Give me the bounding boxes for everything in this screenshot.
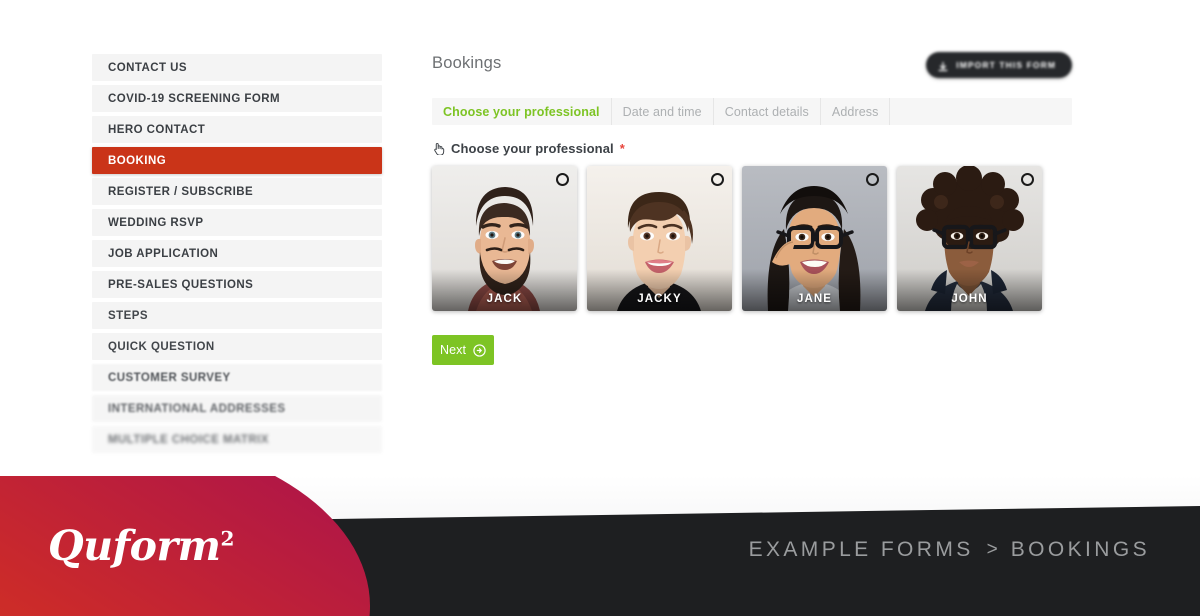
tab-label: Contact details [724, 104, 809, 119]
tab-label: Address [831, 104, 879, 119]
tab-bar-filler [890, 98, 1072, 125]
next-button-label: Next [439, 343, 467, 357]
sidebar-item-label: COVID-19 SCREENING FORM [108, 92, 281, 105]
professional-card-jack[interactable]: JACK [432, 166, 577, 311]
form-step-tabs: Choose your professional Date and time Con… [432, 98, 1072, 125]
professional-name: JANE [796, 293, 833, 305]
sidebar-item-steps[interactable]: STEPS [92, 302, 382, 329]
arrow-right-circle-icon [473, 343, 486, 357]
professional-name-strip: JANE [742, 269, 887, 311]
professional-name: JOHN [951, 293, 988, 305]
sidebar-item-job-application[interactable]: JOB APPLICATION [92, 240, 382, 267]
sidebar-item-customer-survey[interactable]: CUSTOMER SURVEY [92, 364, 382, 391]
sidebar-item-label: MULTIPLE CHOICE MATRIX [108, 433, 269, 446]
field-label-text: Choose your professional [451, 141, 614, 156]
next-button[interactable]: Next [432, 335, 494, 365]
main-header: Bookings IMPORT THIS FORM [432, 52, 1072, 88]
tab-address[interactable]: Address [821, 98, 891, 125]
sidebar-item-booking[interactable]: BOOKING [92, 147, 382, 174]
breadcrumb-separator-icon: > [986, 539, 998, 560]
sidebar-item-label: CONTACT US [108, 61, 188, 74]
tab-label: Choose your professional [443, 104, 600, 119]
radio-circle-icon[interactable] [1021, 173, 1034, 186]
sidebar-item-register-subscribe[interactable]: REGISTER / SUBSCRIBE [92, 178, 382, 205]
radio-circle-icon[interactable] [556, 173, 569, 186]
import-this-form-button[interactable]: IMPORT THIS FORM [926, 52, 1072, 78]
breadcrumb-item[interactable]: EXAMPLE FORMS [749, 538, 974, 562]
professional-name: JACK [486, 293, 523, 305]
sidebar-item-quick-question[interactable]: QUICK QUESTION [92, 333, 382, 360]
sidebar-item-international-addresses[interactable]: INTERNATIONAL ADDRESSES [92, 395, 382, 422]
sidebar-item-label: PRE-SALES QUESTIONS [108, 278, 254, 291]
sidebar-item-label: QUICK QUESTION [108, 340, 215, 353]
professional-name-strip: JACK [432, 269, 577, 311]
sidebar-item-covid-19-screening-form[interactable]: COVID-19 SCREENING FORM [92, 85, 382, 112]
professional-name-strip: JACKY [587, 269, 732, 311]
tab-choose-your-professional[interactable]: Choose your professional [432, 98, 612, 125]
forms-sidebar: CONTACT US COVID-19 SCREENING FORM HERO CO… [92, 54, 382, 457]
professional-card-john[interactable]: JOHN [897, 166, 1042, 311]
professional-card-list: JACK JACKY JANE JOHN [432, 166, 1072, 311]
professional-card-jacky[interactable]: JACKY [587, 166, 732, 311]
import-button-label: IMPORT THIS FORM [956, 60, 1056, 70]
professional-card-jane[interactable]: JANE [742, 166, 887, 311]
sidebar-item-label: INTERNATIONAL ADDRESSES [108, 402, 286, 415]
sidebar-item-contact-us[interactable]: CONTACT US [92, 54, 382, 81]
sidebar-item-label: REGISTER / SUBSCRIBE [108, 185, 254, 198]
page-root: CONTACT US COVID-19 SCREENING FORM HERO CO… [0, 0, 1200, 616]
sidebar-item-label: CUSTOMER SURVEY [108, 371, 231, 384]
sidebar-item-label: STEPS [108, 309, 148, 322]
quform-logo: Quform2 [48, 522, 234, 570]
logo-superscript: 2 [220, 526, 235, 551]
sidebar-item-wedding-rsvp[interactable]: WEDDING RSVP [92, 209, 382, 236]
main-panel: Bookings IMPORT THIS FORM Choose your pr… [432, 52, 1072, 365]
radio-circle-icon[interactable] [711, 173, 724, 186]
page-footer: Quform2 EXAMPLE FORMS > BOOKINGS [0, 476, 1200, 616]
tab-label: Date and time [622, 104, 702, 119]
sidebar-item-label: JOB APPLICATION [108, 247, 219, 260]
radio-circle-icon[interactable] [866, 173, 879, 186]
import-icon [938, 60, 948, 71]
tab-date-and-time[interactable]: Date and time [612, 98, 714, 125]
sidebar-item-label: BOOKING [108, 154, 167, 167]
breadcrumb: EXAMPLE FORMS > BOOKINGS [749, 538, 1150, 562]
sidebar-item-label: HERO CONTACT [108, 123, 206, 136]
sidebar-item-pre-sales-questions[interactable]: PRE-SALES QUESTIONS [92, 271, 382, 298]
sidebar-item-hero-contact[interactable]: HERO CONTACT [92, 116, 382, 143]
tab-contact-details[interactable]: Contact details [714, 98, 821, 125]
pointing-hand-icon [432, 142, 445, 156]
sidebar-item-label: WEDDING RSVP [108, 216, 204, 229]
professional-name: JACKY [637, 293, 682, 305]
required-asterisk: * [619, 141, 625, 156]
breadcrumb-item[interactable]: BOOKINGS [1011, 538, 1150, 562]
sidebar-item-multiple-choice-matrix[interactable]: MULTIPLE CHOICE MATRIX [92, 426, 382, 453]
field-label-row: Choose your professional * [432, 141, 1072, 156]
professional-name-strip: JOHN [897, 269, 1042, 311]
logo-text: Quform [48, 522, 221, 570]
